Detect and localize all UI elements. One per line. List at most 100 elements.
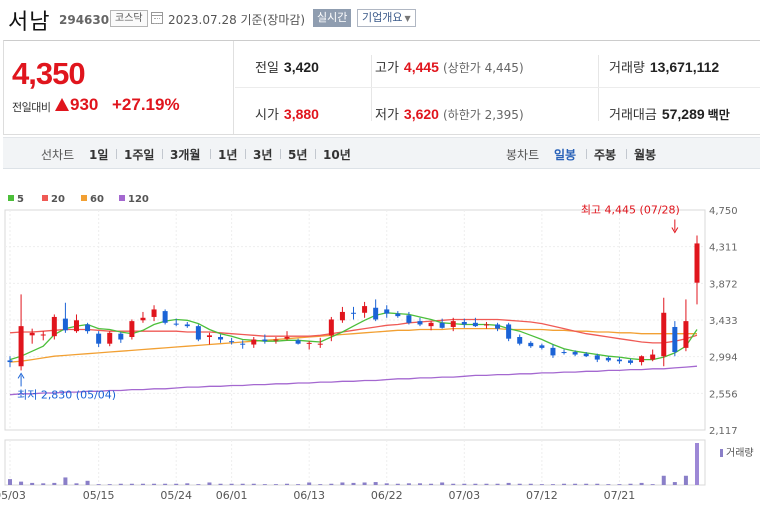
candle-body [428, 322, 434, 327]
candle-body [184, 324, 190, 327]
candle-body [628, 360, 634, 363]
candle-body [439, 322, 445, 328]
volume-bars [8, 443, 699, 485]
divider [598, 55, 599, 121]
realtime-button[interactable]: 실시간 [313, 9, 352, 27]
price-summary: 4,350 전일대비 930 +27.19% 전일 3,420 고가 4,445 (상… [3, 40, 760, 135]
chart-axes: 4,750 4,311 3,872 3,433 2,994 2,556 2,117 05/03… [0, 206, 754, 502]
candle-body [85, 324, 91, 332]
candle-body [206, 335, 212, 338]
volume-bar [429, 483, 434, 485]
candle-body [351, 312, 356, 314]
stock-name: 서남 [8, 10, 51, 35]
stat-low: 저가 3,620 (하한가 2,395) [375, 104, 524, 123]
x-tick-label: 07/21 [604, 489, 636, 502]
high-annotation: 최고 4,445 (07/28) [581, 203, 680, 216]
candle-body [694, 243, 700, 283]
volume-bar [528, 483, 533, 485]
diff-label: 전일대비 [12, 101, 51, 114]
volume-bar [451, 483, 456, 485]
candle-body [62, 318, 68, 331]
stat-label: 시가 [255, 108, 279, 123]
diff-amount: 930 [70, 95, 99, 114]
volume-bar [573, 483, 578, 485]
candle-weekly[interactable]: 주봉 [594, 146, 616, 163]
candle-monthly[interactable]: 월봉 [634, 146, 656, 163]
volume-bar [395, 483, 400, 485]
volume-bar [606, 484, 611, 485]
period-3y[interactable]: 3년 [253, 146, 272, 163]
candle-body [472, 322, 478, 327]
volume-bar [163, 483, 168, 485]
candle-body [73, 320, 79, 332]
candle-body [417, 321, 423, 325]
candle-body [661, 312, 667, 357]
period-3m[interactable]: 3개월 [170, 146, 200, 163]
period-toolbar: 선차트 1일 1주일 3개월 1년 3년 5년 10년 봉차트 일봉 주봉 월봉 [3, 137, 760, 169]
candle-body [306, 342, 312, 344]
volume-plot-frame [4, 439, 706, 486]
candle-body [483, 324, 489, 326]
candle-body [450, 321, 456, 327]
candle-body [616, 359, 622, 362]
volume-bar [218, 483, 223, 485]
volume-bar [285, 483, 290, 485]
volume-bar [63, 477, 68, 485]
company-info-dropdown[interactable]: 기업개요 ▼ [357, 9, 416, 27]
period-1d[interactable]: 1일 [89, 146, 108, 163]
period-10y[interactable]: 10년 [323, 146, 351, 163]
stat-value: 57,289 [661, 106, 705, 122]
volume-bar [140, 483, 145, 485]
volume-bar [351, 482, 356, 485]
stat-value: 3,880 [283, 106, 319, 122]
period-5y[interactable]: 5년 [288, 146, 307, 163]
divider [245, 149, 246, 159]
stat-value: 13,671,112 [649, 59, 720, 75]
candle-body [51, 316, 57, 337]
volume-bar [229, 483, 234, 485]
candle-body [395, 313, 401, 317]
divider [626, 149, 627, 159]
candlestick-chart[interactable]: 4,750 4,311 3,872 3,433 2,994 2,556 2,117 05/03… [0, 200, 760, 527]
stat-amount: 거래대금 57,289 백만 [609, 104, 730, 123]
company-info-label: 기업개요 [362, 11, 403, 24]
candle-body [672, 326, 678, 353]
stat-label: 거래대금 [609, 108, 657, 123]
period-1y[interactable]: 1년 [218, 146, 237, 163]
candle-body [240, 343, 246, 345]
candle-body [594, 355, 600, 360]
volume-bar [152, 483, 157, 485]
candle-daily[interactable]: 일봉 [554, 146, 576, 163]
candle-body [18, 326, 24, 367]
candle-body [129, 321, 135, 338]
candle-body [273, 339, 279, 341]
volume-bar [329, 483, 334, 485]
candle-body [151, 309, 157, 317]
stat-value: 3,620 [403, 106, 439, 122]
current-price: 4,350 [12, 56, 86, 91]
up-triangle-icon [55, 98, 69, 111]
diff-percent: +27.19% [112, 95, 180, 114]
period-1w[interactable]: 1주일 [124, 146, 154, 163]
candle-body [495, 324, 501, 329]
volume-bar [462, 483, 467, 485]
candle-body [583, 353, 589, 357]
candle-body [373, 307, 379, 320]
candle-body [328, 319, 334, 336]
volume-bar [639, 482, 644, 485]
stat-label: 거래량 [609, 61, 645, 76]
volume-bar [373, 482, 378, 485]
volume-bar [550, 484, 555, 485]
y-tick-label: 3,872 [709, 279, 738, 290]
volume-bar [683, 475, 688, 485]
volume-bar [8, 479, 12, 485]
candle-body [295, 340, 301, 344]
volume-bar [318, 484, 323, 485]
volume-bar [539, 484, 544, 485]
volume-bar [52, 482, 57, 485]
candle-body [140, 317, 146, 321]
volume-bar [340, 482, 345, 485]
candle-body [461, 321, 467, 325]
candle-body [251, 339, 257, 345]
divider [116, 149, 117, 159]
